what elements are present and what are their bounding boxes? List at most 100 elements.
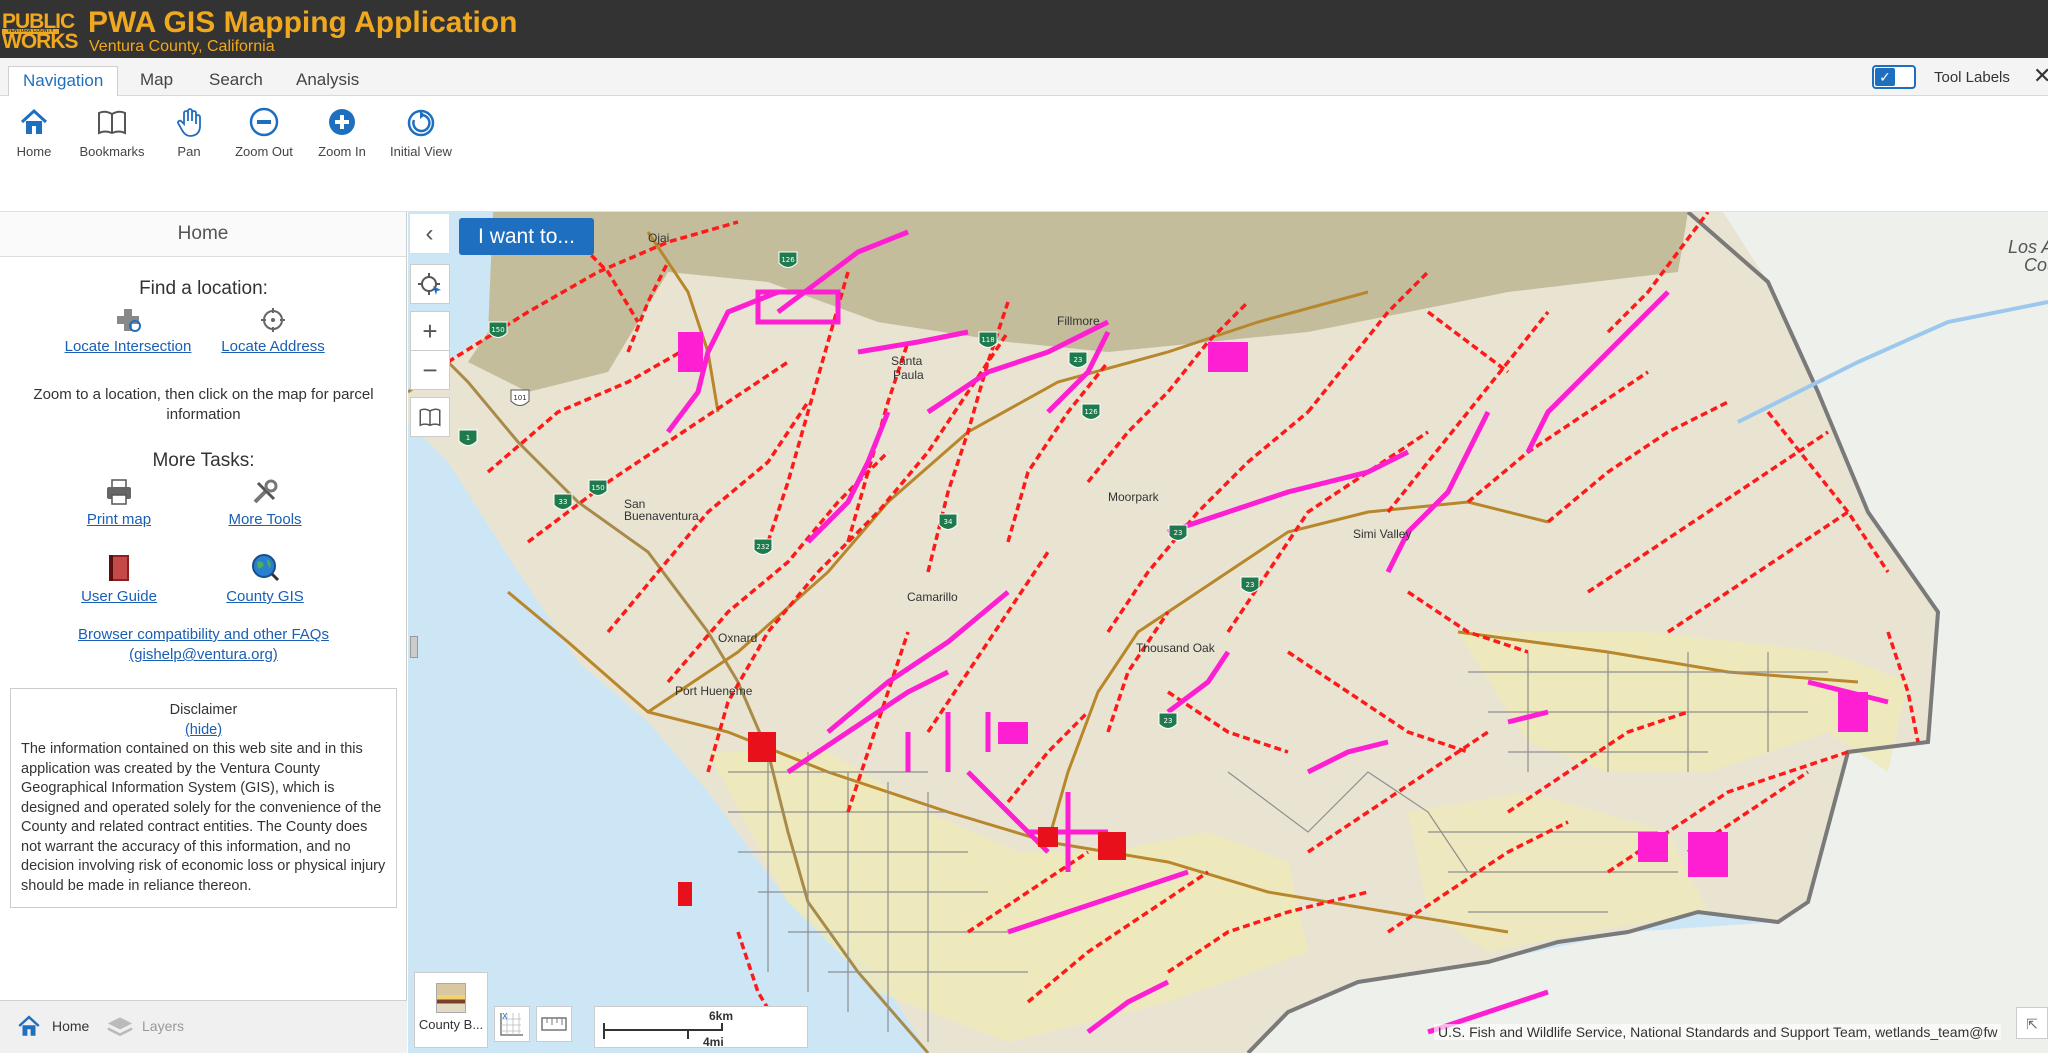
user-guide-task[interactable]: User Guide — [44, 552, 194, 605]
ribbon-tab-bar: Navigation Map Search Analysis — [0, 58, 2048, 96]
panel-title: Home — [0, 212, 406, 257]
zoom-out-button[interactable]: Zoom Out — [226, 106, 302, 159]
faq-email-link[interactable]: (gishelp@ventura.org) — [129, 646, 278, 663]
map-canvas[interactable]: Fillmore Santa Paula Moorpark Simi Valle… — [408, 212, 2048, 1053]
locate-address-task[interactable]: Locate Address — [198, 306, 348, 355]
home-button[interactable]: Home — [0, 106, 72, 159]
collapse-panel-button[interactable]: ‹ — [410, 214, 450, 254]
svg-text:150: 150 — [491, 326, 504, 334]
zoom-out-label: Zoom Out — [235, 144, 293, 159]
basemap-thumbnail — [436, 983, 466, 1013]
map-bookmarks-button[interactable] — [410, 397, 450, 437]
place-label-oxnard: Oxnard — [718, 631, 757, 645]
svg-text:101: 101 — [513, 394, 526, 402]
panel-bottom-tabs: Home Layers — [0, 1000, 407, 1053]
place-label-los-angeles: Los Ang — [2008, 237, 2048, 257]
scale-ruler-icon — [541, 1017, 567, 1031]
pan-hand-icon — [177, 108, 201, 137]
svg-text:232: 232 — [756, 543, 769, 551]
highway-shield: 150 — [588, 479, 608, 496]
pan-button[interactable]: Pan — [151, 106, 227, 159]
intersection-icon — [117, 309, 141, 332]
book-icon — [98, 110, 126, 135]
home-icon — [18, 1015, 40, 1036]
tab-analysis[interactable]: Analysis — [282, 66, 373, 96]
highway-shield: 126 — [778, 251, 798, 268]
check-icon: ✓ — [1875, 68, 1895, 86]
initial-view-button[interactable]: Initial View — [383, 106, 459, 159]
place-label-ojai: Ojai — [648, 231, 669, 245]
svg-text:23: 23 — [1164, 717, 1173, 725]
place-label-fillmore: Fillmore — [1057, 314, 1100, 328]
xy-grid-icon: X — [500, 1012, 523, 1036]
place-label-thousand-oaks: Thousand Oak — [1136, 641, 1216, 655]
place-label-moorpark: Moorpark — [1108, 490, 1160, 504]
map-zoom-in-button[interactable]: + — [410, 311, 450, 351]
svg-text:23: 23 — [1074, 356, 1083, 364]
faq-link[interactable]: Browser compatibility and other FAQs — [78, 626, 329, 643]
highway-shield: 23 — [1158, 712, 1178, 729]
expand-corner-button[interactable]: ⇱ — [2016, 1007, 2048, 1039]
coordinates-button[interactable]: X — [494, 1006, 530, 1042]
svg-text:150: 150 — [591, 484, 604, 492]
navigation-toolbar: Home Bookmarks Pan Zoom Out Zoom In Init… — [0, 96, 2048, 212]
zoom-out-icon — [249, 107, 279, 137]
svg-text:X: X — [502, 1012, 508, 1021]
locate-intersection-task[interactable]: Locate Intersection — [53, 306, 203, 355]
svg-text:33: 33 — [559, 498, 568, 506]
print-map-task[interactable]: Print map — [44, 477, 194, 528]
county-gis-task[interactable]: County GIS — [190, 552, 340, 605]
svg-text:23: 23 — [1246, 581, 1255, 589]
svg-text:126: 126 — [781, 256, 795, 264]
place-label-simi-valley: Simi Valley — [1353, 527, 1411, 541]
app-header: PUBLIC VENTURA COUNTY WORKS PWA GIS Mapp… — [0, 0, 2048, 58]
tab-navigation[interactable]: Navigation — [8, 66, 119, 96]
map-view[interactable]: Fillmore Santa Paula Moorpark Simi Valle… — [408, 212, 2048, 1053]
bottom-tab-home[interactable]: Home — [12, 1011, 89, 1045]
highway-shield: 33 — [553, 493, 573, 510]
scale-bar: 6km 4mi — [594, 1006, 808, 1049]
place-label-county: Coun — [2024, 255, 2048, 275]
user-guide-link[interactable]: User Guide — [81, 588, 157, 605]
scale-button[interactable] — [536, 1006, 572, 1042]
basemap-switcher[interactable]: County B... — [414, 972, 488, 1048]
disclaimer-text: The information contained on this web si… — [21, 741, 386, 894]
place-label-buenaventura: Buenaventura — [624, 509, 699, 523]
panel-resize-handle[interactable] — [410, 636, 418, 658]
svg-text:126: 126 — [1084, 408, 1098, 416]
home-label: Home — [16, 144, 52, 159]
geolocate-icon — [418, 273, 441, 295]
print-map-link[interactable]: Print map — [87, 511, 151, 528]
zoom-in-button[interactable]: Zoom In — [304, 106, 380, 159]
scale-km-bar — [603, 1023, 723, 1031]
tab-map[interactable]: Map — [126, 66, 187, 96]
locate-address-link[interactable]: Locate Address — [221, 338, 324, 355]
locate-me-button[interactable] — [410, 264, 450, 304]
i-want-to-button[interactable]: I want to... — [459, 218, 594, 255]
close-icon[interactable]: ✕ — [2033, 63, 2048, 89]
basemap-label: County B... — [418, 1017, 484, 1032]
initial-view-label: Initial View — [390, 144, 452, 159]
bottom-tab-layers[interactable]: Layers — [102, 1011, 184, 1045]
tab-search[interactable]: Search — [195, 66, 277, 96]
county-gis-link[interactable]: County GIS — [226, 588, 304, 605]
printer-icon — [107, 479, 131, 505]
scale-mi-label: 4mi — [703, 1035, 724, 1049]
highway-shield: 126 — [1081, 403, 1101, 420]
zoom-in-label: Zoom In — [318, 144, 366, 159]
map-zoom-out-button[interactable]: − — [410, 350, 450, 390]
bottom-tab-home-label: Home — [52, 1018, 90, 1034]
more-tools-task[interactable]: More Tools — [190, 477, 340, 528]
highway-shield: 23 — [1240, 576, 1260, 593]
svg-text:1: 1 — [466, 434, 470, 442]
crosshair-icon — [261, 308, 285, 332]
pan-label: Pan — [177, 144, 201, 159]
disclaimer-hide-link[interactable]: (hide) — [185, 722, 222, 738]
bookmarks-label: Bookmarks — [79, 144, 145, 159]
highway-shield: 118 — [978, 331, 998, 348]
tool-labels-toggle[interactable]: ✓ — [1872, 65, 1916, 89]
svg-text:118: 118 — [981, 336, 994, 344]
more-tools-link[interactable]: More Tools — [228, 511, 301, 528]
locate-intersection-link[interactable]: Locate Intersection — [65, 338, 192, 355]
bookmarks-button[interactable]: Bookmarks — [74, 106, 150, 159]
